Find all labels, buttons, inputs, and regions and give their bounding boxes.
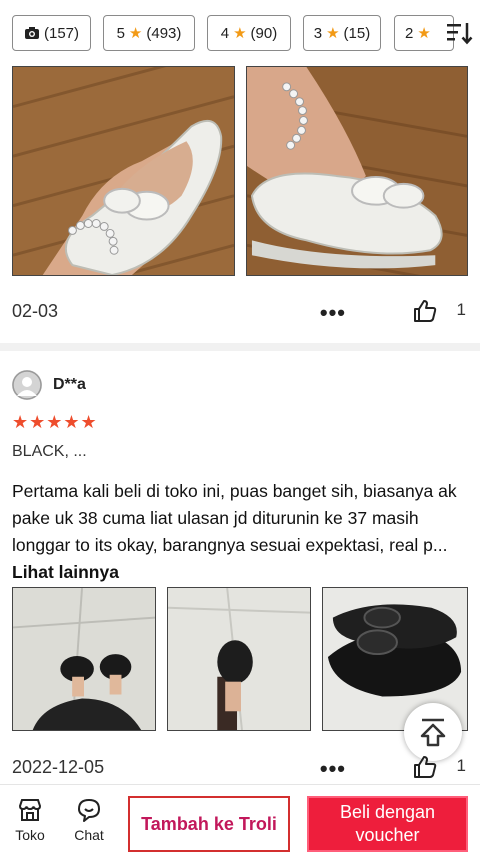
chat-button[interactable]: Chat: [67, 797, 111, 843]
like-count: 1: [456, 756, 466, 775]
chat-icon: [78, 799, 100, 822]
thumbs-up-icon[interactable]: [412, 754, 438, 780]
filter-chip-label: 3: [313, 24, 323, 42]
review-meta: 02-03 ••• 1: [12, 296, 466, 326]
review-photo[interactable]: [12, 66, 235, 276]
review-filter-bar: (157) 5 ★ (493) 4 ★ (90) 3 ★ (15) 2 ★: [0, 0, 480, 62]
chat-label: Chat: [74, 827, 104, 843]
filter-chip-5-star[interactable]: 5 ★ (493): [103, 15, 195, 51]
bottom-action-bar: Toko Chat Tambah ke Troli Beli dengan vo…: [0, 784, 480, 855]
sort-icon[interactable]: [444, 18, 474, 48]
review-text: Pertama kali beli di toko ini, puas bang…: [12, 478, 474, 586]
filter-chip-label: 4: [220, 24, 230, 42]
filter-chip-label: (157): [43, 24, 80, 42]
thumbs-up-icon[interactable]: [412, 298, 438, 324]
star-icon: ★: [128, 25, 143, 42]
review-meta: 2022-12-05 ••• 1: [12, 752, 466, 782]
like-count: 1: [456, 300, 466, 319]
star-icon: ★: [233, 25, 247, 42]
filter-chip-count: (15): [343, 24, 371, 42]
arrow-up-icon: [420, 718, 446, 747]
store-icon: [18, 799, 42, 821]
review-photo[interactable]: [167, 587, 311, 731]
review-photo[interactable]: [246, 66, 468, 276]
review-date: 2022-12-05: [12, 756, 105, 777]
shop-label: Toko: [15, 827, 45, 843]
filter-chip-3-star[interactable]: 3 ★ (15): [303, 15, 381, 51]
filter-chip-4-star[interactable]: 4 ★ (90): [207, 15, 291, 51]
star-icon: ★: [326, 25, 340, 42]
avatar: [12, 370, 42, 400]
more-options-icon[interactable]: •••: [320, 758, 346, 780]
add-to-cart-button[interactable]: Tambah ke Troli: [128, 796, 290, 852]
filter-chip-label: 5: [116, 24, 125, 42]
review-date: 02-03: [12, 300, 59, 321]
section-divider: [0, 343, 480, 351]
star-icon: ★: [417, 25, 431, 42]
buy-with-voucher-button[interactable]: Beli dengan voucher: [307, 796, 468, 852]
review-body: Pertama kali beli di toko ini, puas bang…: [12, 481, 457, 555]
more-options-icon[interactable]: •••: [320, 302, 346, 324]
product-variant: BLACK, ...: [12, 443, 87, 460]
rating-stars: ★★★★★: [12, 412, 98, 432]
filter-chip-with-media[interactable]: (157): [12, 15, 91, 51]
reviewer-name: D**a: [53, 376, 86, 393]
shop-button[interactable]: Toko: [8, 797, 52, 843]
filter-chip-label: 2: [405, 24, 414, 42]
review-photo[interactable]: [12, 587, 156, 731]
see-more-link[interactable]: Lihat lainnya: [12, 562, 119, 582]
camera-icon: [24, 27, 39, 39]
filter-chip-count: (493): [146, 24, 182, 42]
filter-chip-count: (90): [250, 24, 278, 42]
